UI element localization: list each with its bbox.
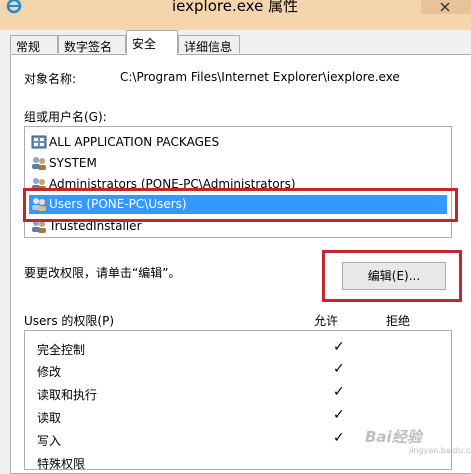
- allow-column-header: 允许: [314, 314, 339, 328]
- watermark-subtext: jingyan.baidu.com: [409, 446, 471, 455]
- group-users-label: 组或用户名(G):: [24, 110, 107, 124]
- table-row: 完全控制 ✓: [37, 337, 447, 357]
- tab-general[interactable]: 常规: [10, 35, 58, 54]
- app-packages-icon: [31, 135, 47, 149]
- watermark-text: Bai经验: [365, 428, 422, 446]
- allow-check-icon: ✓: [333, 430, 345, 446]
- table-row: 修改 ✓: [37, 359, 447, 379]
- allow-check-icon: ✓: [333, 361, 345, 377]
- permission-name: 完全控制: [37, 343, 86, 357]
- allow-check-icon: ✓: [333, 384, 345, 400]
- allow-check-icon: ✓: [333, 407, 345, 423]
- permissions-label: Users 的权限(P): [24, 314, 115, 328]
- permission-name: 读取和执行: [37, 388, 98, 402]
- allow-check-icon: ✓: [333, 339, 345, 355]
- internet-explorer-icon: [6, 0, 22, 14]
- annotation-highlight-box: [322, 250, 462, 302]
- table-row: 读取和执行 ✓: [37, 382, 447, 402]
- object-name-value: C:\Program Files\Internet Explorer\iexpl…: [120, 70, 400, 84]
- user-name: ALL APPLICATION PACKAGES: [49, 135, 220, 149]
- deny-column-header: 拒绝: [386, 314, 411, 328]
- user-group-icon: [31, 156, 47, 170]
- tab-details[interactable]: 详细信息: [178, 35, 240, 54]
- title-bar: iexplore.exe 属性: [0, 0, 471, 30]
- close-button[interactable]: [421, 0, 471, 14]
- permission-name: 特殊权限: [37, 457, 86, 471]
- permission-name: 修改: [37, 365, 62, 379]
- watermark-logo: Bai经验 jingyan.baidu.com: [365, 412, 471, 456]
- permission-name: 读取: [37, 411, 62, 425]
- object-name-label: 对象名称:: [24, 72, 77, 86]
- tab-digital-signatures[interactable]: 数字签名: [58, 35, 126, 54]
- close-icon: [440, 2, 450, 12]
- edit-hint-text: 要更改权限，请单击“编辑”。: [24, 266, 181, 280]
- user-name: SYSTEM: [49, 156, 97, 170]
- permission-name: 写入: [37, 434, 62, 448]
- window-title: iexplore.exe 属性: [172, 0, 299, 15]
- annotation-highlight-box: [23, 188, 458, 222]
- list-item[interactable]: ALL APPLICATION PACKAGES: [29, 133, 447, 152]
- tab-security[interactable]: 安全: [126, 30, 178, 55]
- list-item[interactable]: SYSTEM: [29, 154, 447, 173]
